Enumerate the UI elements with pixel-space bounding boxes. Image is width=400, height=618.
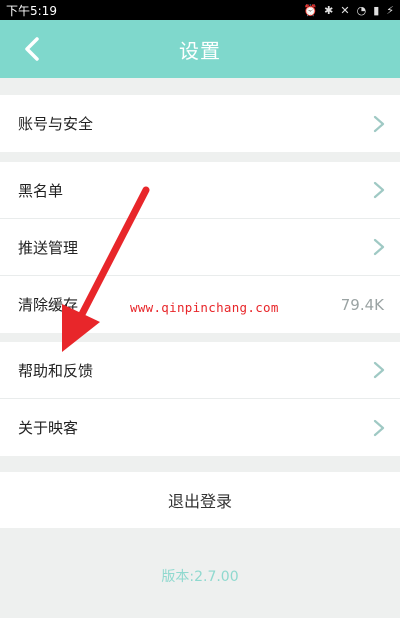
bluetooth-icon: ✱ — [324, 3, 334, 17]
chevron-right-icon — [373, 115, 385, 132]
logout-label: 退出登录 — [167, 492, 232, 511]
status-icons: ⏰ ✱ ✕ ◔ ▮ ⚡ — [303, 4, 394, 17]
wifi-icon: ◔ — [356, 3, 367, 17]
settings-item-push-management[interactable]: 推送管理 — [0, 219, 400, 276]
charging-icon: ⚡ — [386, 3, 394, 17]
settings-item-blacklist[interactable]: 黑名单 — [0, 162, 400, 219]
status-bar: 下午5:19 ⏰ ✱ ✕ ◔ ▮ ⚡ — [0, 0, 400, 20]
version-text: 版本:2.7.00 — [161, 569, 239, 585]
settings-item-label: 账号与安全 — [18, 115, 94, 133]
settings-item-help-feedback[interactable]: 帮助和反馈 — [0, 342, 400, 399]
chevron-right-icon — [373, 238, 385, 256]
settings-item-label: 清除缓存 — [18, 296, 79, 314]
mute-icon: ✕ — [340, 3, 350, 17]
chevron-right-icon — [373, 181, 385, 199]
settings-item-account-security[interactable]: 账号与安全 — [0, 95, 400, 152]
settings-group-help: 帮助和反馈 关于映客 — [0, 342, 400, 456]
status-time: 下午5:19 — [6, 3, 57, 18]
settings-item-label: 黑名单 — [18, 181, 64, 200]
app-header: 设置 — [0, 20, 400, 78]
settings-item-label: 帮助和反馈 — [18, 361, 94, 380]
cache-size-value: 79.4K — [340, 295, 384, 314]
chevron-right-icon — [373, 419, 385, 436]
settings-group-account: 账号与安全 — [0, 95, 400, 152]
chevron-left-icon — [25, 37, 39, 61]
back-button[interactable] — [14, 30, 50, 68]
settings-item-about[interactable]: 关于映客 — [0, 399, 400, 456]
watermark-text: www.qinpinchang.com — [130, 300, 279, 315]
logout-button[interactable]: 退出登录 — [0, 472, 400, 528]
page-title: 设置 — [179, 38, 221, 63]
alarm-icon: ⏰ — [303, 3, 318, 17]
chevron-right-icon — [373, 361, 385, 379]
signal-icon: ▮ — [373, 3, 380, 17]
settings-item-label: 推送管理 — [18, 238, 79, 257]
settings-item-label: 关于映客 — [18, 419, 79, 437]
